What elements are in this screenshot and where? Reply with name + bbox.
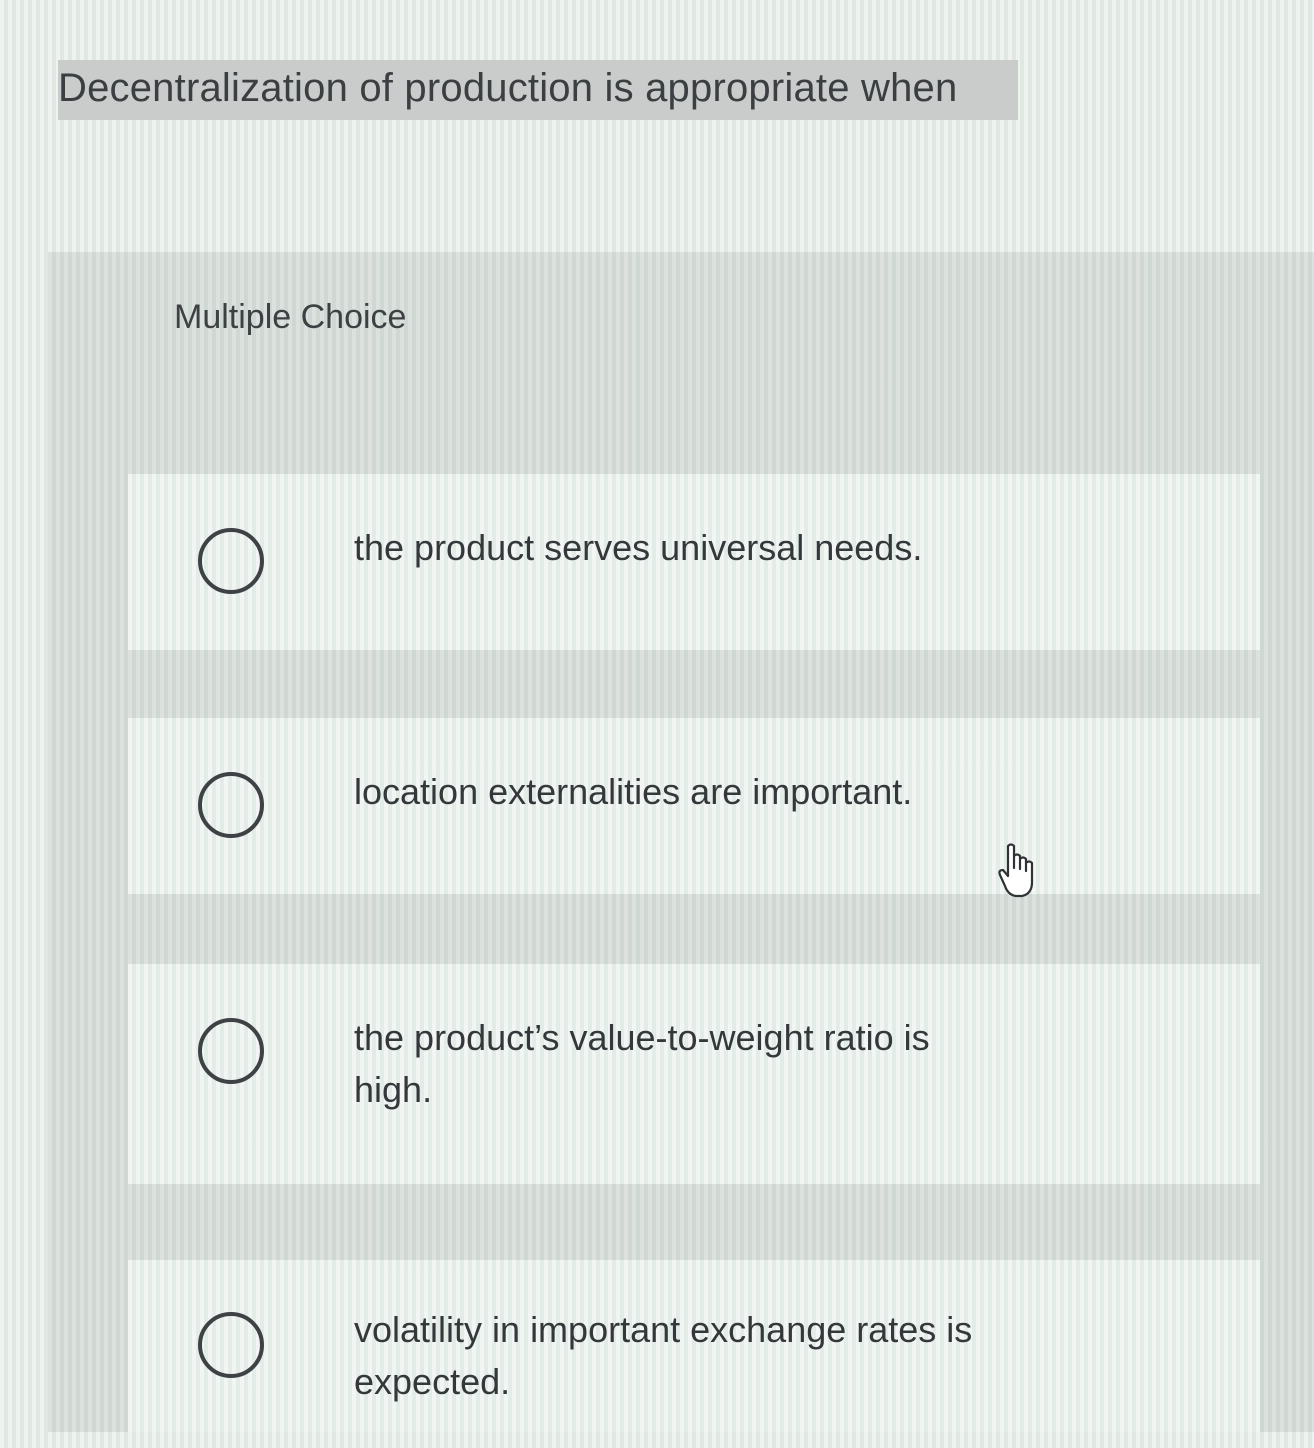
answer-option-1-label: the product serves universal needs. [354, 527, 923, 568]
answer-option-2-label: location externalities are important. [354, 771, 913, 812]
answer-option-1[interactable]: the product serves universal needs. [128, 474, 1260, 650]
radio-button-2[interactable] [198, 772, 264, 838]
radio-button-1[interactable] [198, 528, 264, 594]
answer-option-4[interactable]: volatility in important exchange rates i… [128, 1260, 1260, 1432]
answer-option-3-label: the product’s value-to-weight ratio is h… [354, 1017, 930, 1110]
hand-pointer-icon [998, 843, 1034, 898]
answer-option-4-label: volatility in important exchange rates i… [354, 1309, 973, 1402]
answer-option-3[interactable]: the product’s value-to-weight ratio is h… [128, 964, 1260, 1184]
radio-button-3[interactable] [198, 1018, 264, 1084]
question-text: Decentralization of production is approp… [58, 60, 1018, 120]
multiple-choice-heading: Multiple Choice [174, 298, 407, 336]
answer-option-2[interactable]: location externalities are important. [128, 718, 1260, 894]
radio-button-4[interactable] [198, 1312, 264, 1378]
multiple-choice-panel: Multiple Choice the product serves unive… [48, 252, 1314, 1432]
